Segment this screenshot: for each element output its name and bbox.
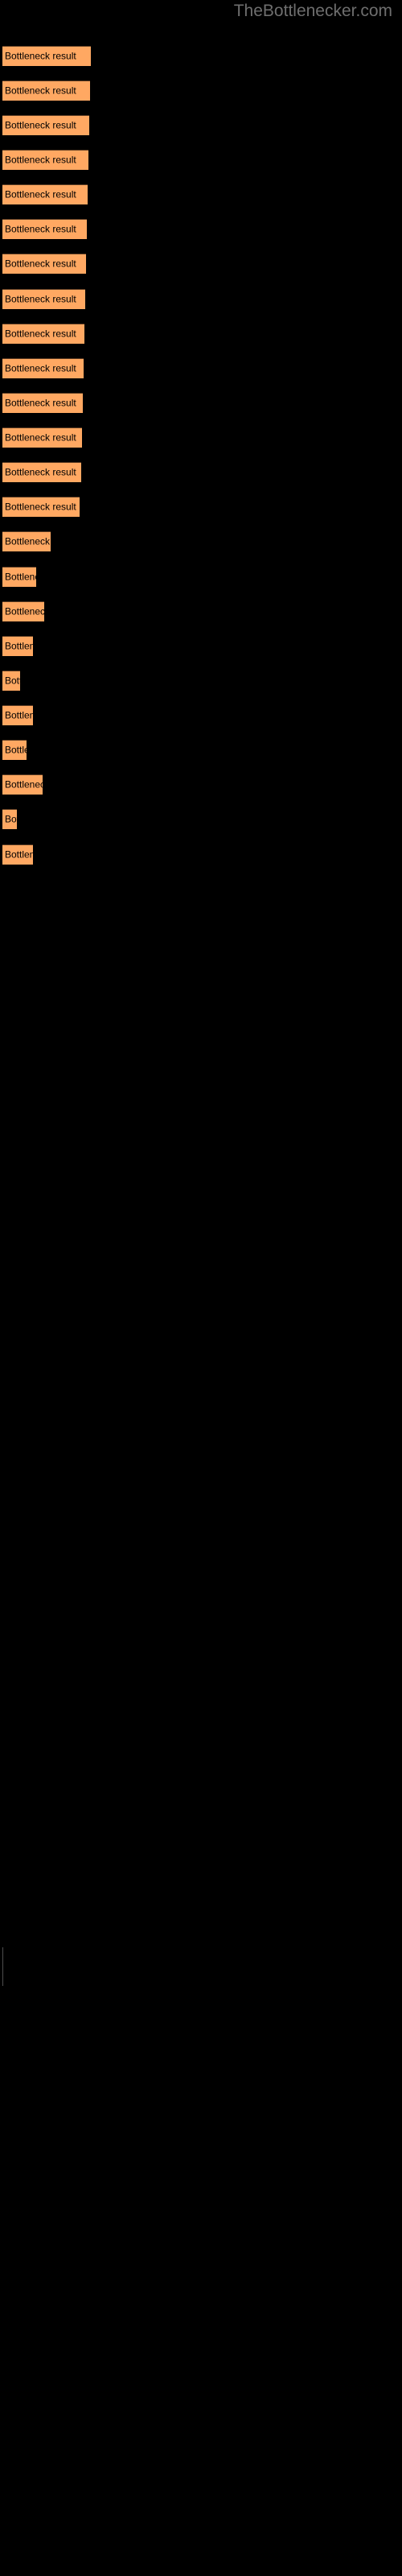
bar-label: Bottleneck result xyxy=(5,709,33,721)
bar-label: Bottleneck result xyxy=(5,535,51,547)
bar[interactable]: Bottleneck result xyxy=(2,636,33,656)
bar[interactable]: Bottleneck result xyxy=(2,150,88,170)
bar-label: Bottleneck result xyxy=(5,50,76,62)
bar-label: Bottleneck result xyxy=(5,154,76,166)
bar-label: Bottleneck result xyxy=(5,188,76,200)
bar-label: Bottleneck result xyxy=(5,571,36,583)
bar[interactable]: Bottleneck result xyxy=(2,531,51,551)
bar-label: Bottleneck result xyxy=(5,85,76,97)
bar[interactable]: Bottleneck result xyxy=(2,254,86,274)
bar[interactable]: Bottleneck result xyxy=(2,427,82,448)
bar[interactable]: Bottleneck result xyxy=(2,567,36,587)
bar-label: Bottleneck result xyxy=(5,501,76,513)
bar-label: Bottleneck result xyxy=(5,293,76,305)
bar[interactable]: Bottleneck result xyxy=(2,740,27,760)
bar[interactable]: Bottleneck result xyxy=(2,80,90,101)
bar-label: Bottleneck result xyxy=(5,258,76,270)
bar-label: Bottleneck result xyxy=(5,431,76,444)
bar[interactable]: Bottleneck result xyxy=(2,774,43,795)
bar-label: Bottleneck result xyxy=(5,744,27,756)
bar-label: Bottleneck result xyxy=(5,848,33,861)
bar-label: Bottleneck result xyxy=(5,328,76,340)
bar-label: Bottleneck result xyxy=(5,675,20,687)
bar[interactable]: Bottleneck result xyxy=(2,497,80,517)
bar[interactable]: Bottleneck result xyxy=(2,671,20,691)
bar[interactable]: Bottleneck result xyxy=(2,324,84,344)
bar-label: Bottleneck result xyxy=(5,640,33,652)
bar[interactable]: Bottleneck result xyxy=(2,601,44,621)
bar-label: Bottleneck result xyxy=(5,778,43,791)
bar[interactable]: Bottleneck result xyxy=(2,46,91,66)
bar-label: Bottleneck result xyxy=(5,362,76,374)
bottleneck-chart: TheBottlenecker.com Bottleneck result Bot… xyxy=(0,0,402,2576)
bar-label: Bottleneck result xyxy=(5,466,76,478)
bar[interactable]: Bottleneck result xyxy=(2,809,17,829)
bar[interactable]: Bottleneck result xyxy=(2,219,87,239)
bar[interactable]: Bottleneck result xyxy=(2,358,84,378)
bar[interactable]: Bottleneck result xyxy=(2,184,88,204)
bar[interactable]: Bottleneck result xyxy=(2,462,81,482)
bar[interactable]: Bottleneck result xyxy=(2,844,33,865)
bar-label: Bottleneck result xyxy=(5,813,17,825)
axis-tick xyxy=(2,1947,3,1986)
bar-label: Bottleneck result xyxy=(5,605,44,617)
bar-label: Bottleneck result xyxy=(5,397,76,409)
bar-label: Bottleneck result xyxy=(5,119,76,131)
bar-series: Bottleneck result Bottleneck result Bottle… xyxy=(0,0,402,2576)
bar[interactable]: Bottleneck result xyxy=(2,705,33,725)
bar[interactable]: Bottleneck result xyxy=(2,393,83,413)
bar[interactable]: Bottleneck result xyxy=(2,115,89,135)
bar-label: Bottleneck result xyxy=(5,223,76,235)
bar[interactable]: Bottleneck result xyxy=(2,289,85,309)
